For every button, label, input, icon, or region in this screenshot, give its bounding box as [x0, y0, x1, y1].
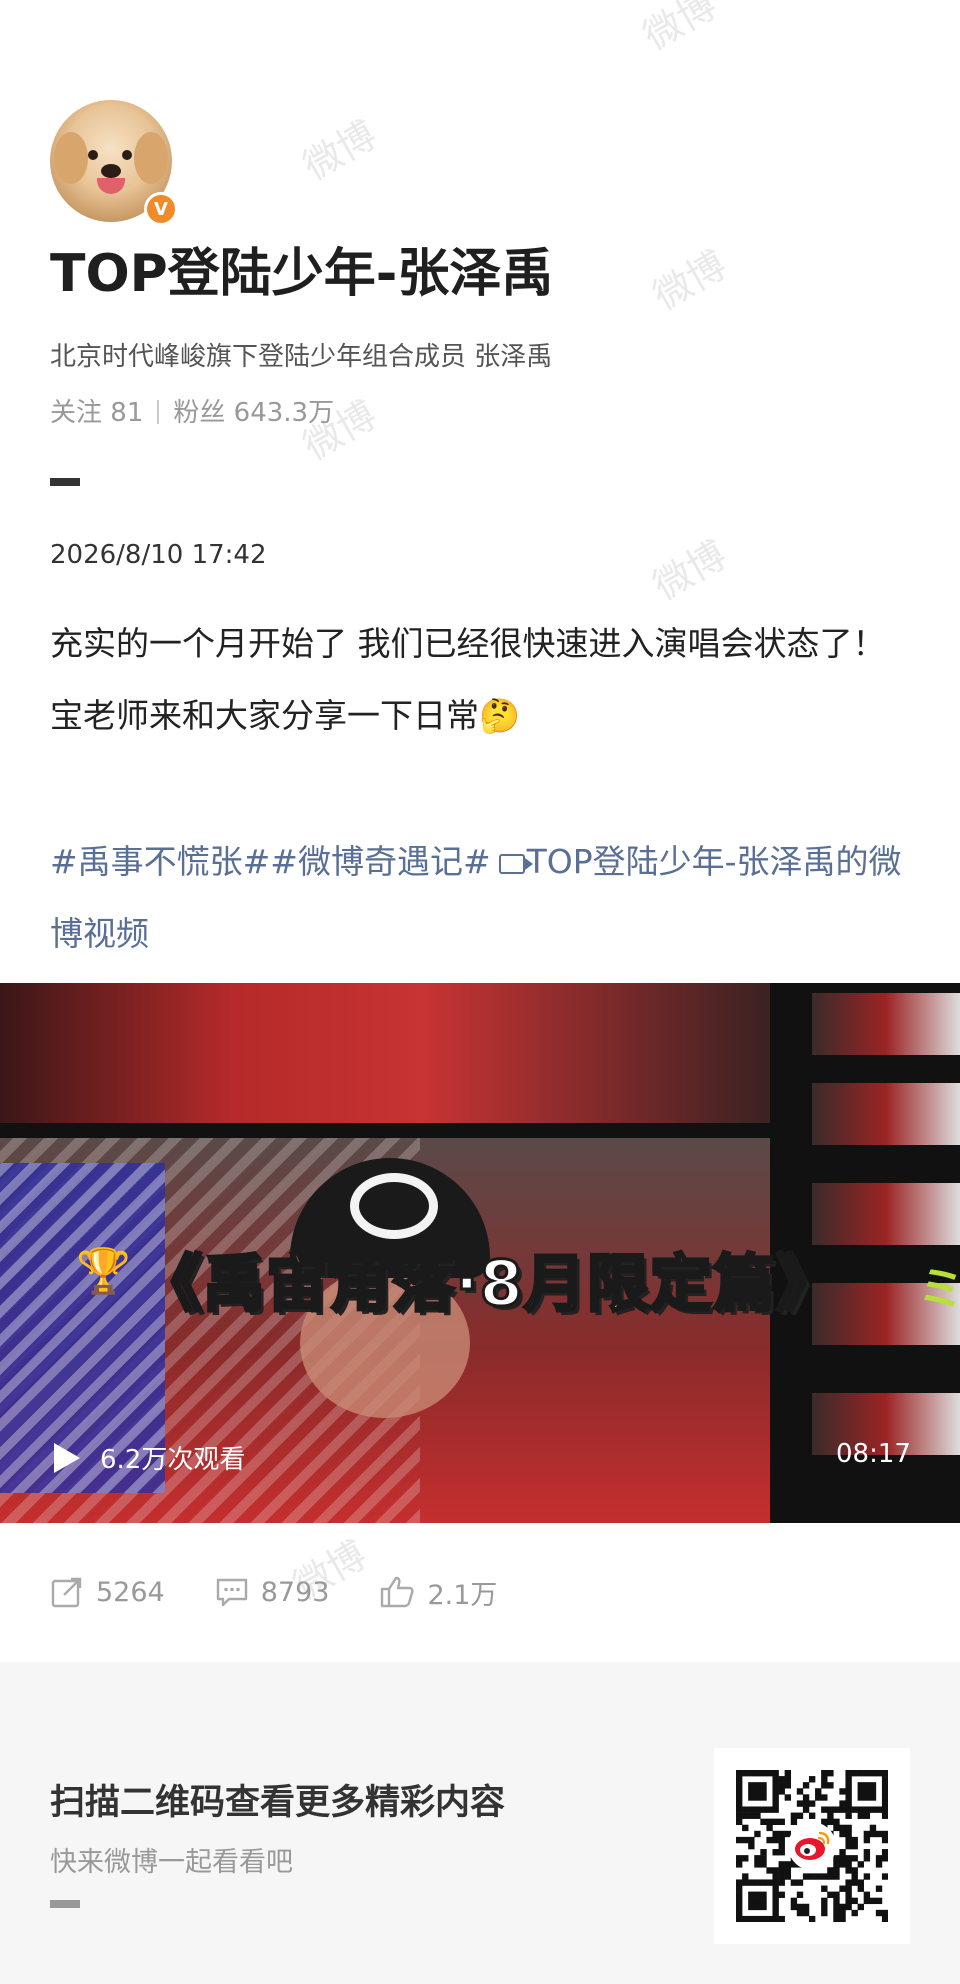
- verified-badge-icon: V: [144, 192, 178, 226]
- repost-icon: [51, 1577, 82, 1608]
- video-accent-icon: ミ: [918, 1262, 960, 1316]
- footer-subtitle: 快来微博一起看看吧: [50, 1847, 293, 1878]
- weibo-logo-icon: [788, 1822, 836, 1870]
- watermark: 微博: [645, 242, 734, 319]
- like-count: 2.1万: [427, 1579, 498, 1611]
- followers-link[interactable]: 粉丝 643.3万: [173, 398, 334, 428]
- post-tags: #禹事不慌张##微博奇遇记# TOP登陆少年-张泽禹的微博视频: [50, 826, 910, 970]
- video-player[interactable]: 🏆 《禹宙角落·8月限定篇》 ミ 6.2万次观看 08:17: [0, 983, 960, 1523]
- post-actions: 5264 8793 2.1万: [50, 1572, 547, 1612]
- video-thumb: [812, 993, 960, 1055]
- following-link[interactable]: 关注 81: [50, 398, 143, 428]
- profile-bio: 北京时代峰峻旗下登陆少年组合成员 张泽禹: [50, 342, 553, 372]
- video-frame-divider: [0, 1123, 770, 1138]
- avatar-ear: [54, 132, 88, 184]
- watermark: 微博: [635, 0, 724, 59]
- watermark: 微博: [645, 532, 734, 609]
- watermark: 微博: [295, 112, 384, 189]
- comment-icon: [216, 1578, 247, 1607]
- avatar-eye: [122, 150, 132, 160]
- avatar-nose: [101, 164, 121, 178]
- followers-count: 643.3万: [233, 398, 335, 428]
- qr-code-card[interactable]: [714, 1748, 910, 1944]
- following-count: 81: [110, 398, 144, 428]
- avatar-mouth: [97, 178, 125, 194]
- profile-stats: 关注 81 粉丝 643.3万: [50, 392, 334, 429]
- following-label: 关注: [50, 398, 103, 428]
- footer-divider: [50, 1900, 80, 1908]
- comment-count: 8793: [260, 1576, 330, 1608]
- footer-title: 扫描二维码查看更多精彩内容: [50, 1783, 506, 1823]
- video-duration: 08:17: [836, 1439, 911, 1469]
- trophy-icon: 🏆: [76, 1246, 131, 1297]
- comment-button[interactable]: 8793: [215, 1575, 330, 1609]
- avatar-ear: [134, 132, 168, 184]
- video-hat-logo: [350, 1173, 438, 1239]
- video-camera-icon: [498, 854, 533, 874]
- video-view-count: 6.2万次观看: [100, 1445, 246, 1475]
- footer-promo: 扫描二维码查看更多精彩内容 快来微博一起看看吧: [0, 1662, 960, 1984]
- post-text: 充实的一个月开始了 我们已经很快速进入演唱会状态了！宝老师来和大家分享一下日常🤔: [50, 624, 886, 735]
- username[interactable]: TOP登陆少年-张泽禹: [50, 242, 553, 306]
- repost-count: 5264: [96, 1576, 165, 1608]
- like-button[interactable]: 2.1万: [379, 1573, 497, 1612]
- repost-button[interactable]: 5264: [50, 1575, 165, 1609]
- avatar-eye: [88, 150, 98, 160]
- post-time: 2026/8/10 17:42: [50, 540, 267, 570]
- video-thumb: [812, 1083, 960, 1145]
- stats-divider: [157, 400, 160, 424]
- followers-label: 粉丝: [173, 398, 226, 428]
- video-title-overlay: 《禹宙角落·8月限定篇》: [139, 1246, 840, 1322]
- video-frame-top: [0, 983, 770, 1123]
- play-icon[interactable]: [54, 1443, 80, 1473]
- hashtag-link[interactable]: #禹事不慌张##微博奇遇记#: [50, 842, 491, 881]
- section-divider: [50, 478, 80, 486]
- thumbs-up-icon: [381, 1576, 415, 1608]
